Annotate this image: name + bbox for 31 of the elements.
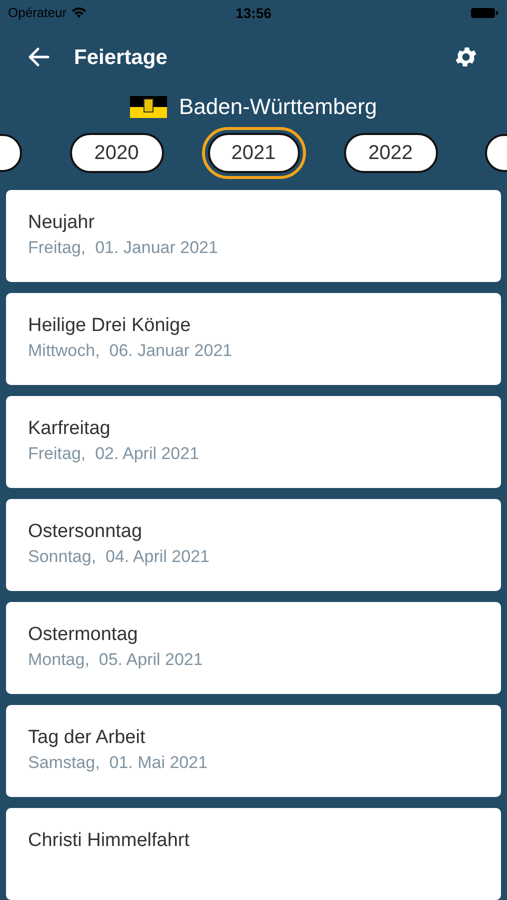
region-name[interactable]: Baden-Württemberg (178, 90, 378, 124)
holiday-card[interactable]: Christi Himmelfahrt (6, 808, 501, 900)
battery-icon (471, 7, 499, 20)
carrier-name: Opérateur (8, 4, 67, 22)
holiday-card[interactable]: Neujahr Freitag, 01. Januar 2021 (6, 190, 501, 282)
holiday-date: Samstag, 01. Mai 2021 (28, 752, 209, 774)
holiday-name: Heilige Drei Könige (28, 314, 192, 338)
clock-time: 13:56 (236, 4, 272, 23)
page-title: Feiertage (74, 44, 168, 71)
back-arrow-icon[interactable] (28, 47, 50, 68)
holiday-name: Ostermontag (28, 623, 139, 647)
holiday-date: Mittwoch, 06. Januar 2021 (28, 340, 234, 362)
holiday-card[interactable]: Tag der Arbeit Samstag, 01. Mai 2021 (6, 705, 501, 797)
holiday-card[interactable]: Heilige Drei Könige Mittwoch, 06. Januar 2021 (6, 293, 501, 385)
holiday-name: Tag der Arbeit (28, 726, 146, 750)
year-pill[interactable]: 2020 (70, 132, 164, 173)
holiday-name: Ostersonntag (28, 520, 144, 544)
holiday-card[interactable]: Ostermontag Montag, 05. April 2021 (6, 602, 501, 694)
holiday-date: Sonntag, 04. April 2021 (28, 546, 210, 568)
flag-icon (130, 96, 167, 118)
holiday-date: Freitag, 02. April 2021 (28, 443, 200, 465)
holiday-date: Freitag, 01. Januar 2021 (28, 237, 219, 259)
holiday-name: Christi Himmelfahrt (28, 829, 191, 853)
year-pill[interactable]: 2022 (344, 132, 438, 173)
wifi-icon (70, 7, 87, 20)
year-pill[interactable]: 2021 (208, 132, 300, 173)
holiday-name: Neujahr (28, 211, 96, 235)
holiday-name: Karfreitag (28, 417, 112, 441)
holiday-card[interactable]: Karfreitag Freitag, 02. April 2021 (6, 396, 501, 488)
holiday-date: Montag, 05. April 2021 (28, 649, 204, 671)
holiday-card[interactable]: Ostersonntag Sonntag, 04. April 2021 (6, 499, 501, 591)
